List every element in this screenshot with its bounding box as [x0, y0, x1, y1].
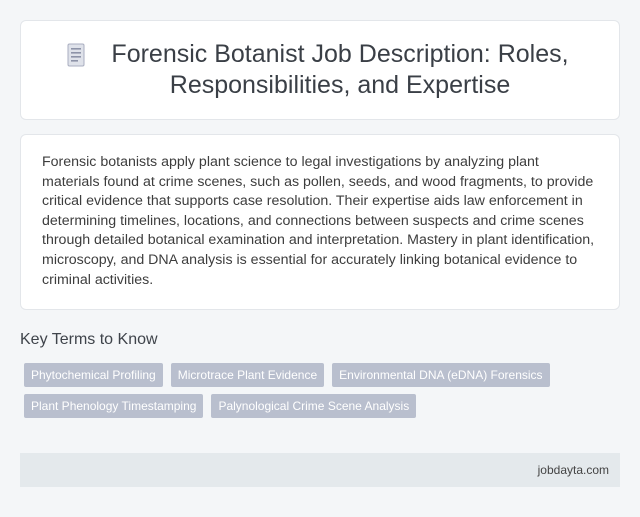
- tag-environmental-dna-forensics[interactable]: Environmental DNA (eDNA) Forensics: [332, 363, 550, 387]
- description-card: Forensic botanists apply plant science t…: [20, 134, 620, 310]
- tag-palynological-crime-scene-analysis[interactable]: Palynological Crime Scene Analysis: [211, 394, 417, 418]
- page-title: Forensic Botanist Job Description: Roles…: [111, 40, 569, 99]
- description-text: Forensic botanists apply plant science t…: [42, 154, 595, 288]
- key-terms-heading: Key Terms to Know: [20, 331, 158, 348]
- tag-plant-phenology-timestamping[interactable]: Plant Phenology Timestamping: [24, 394, 204, 418]
- title-card: Forensic Botanist Job Description: Roles…: [20, 20, 620, 120]
- key-terms-tag-list: Phytochemical Profiling Microtrace Plant…: [24, 363, 584, 418]
- document-icon: [65, 43, 87, 69]
- title-wrap: Forensic Botanist Job Description: Roles…: [65, 39, 575, 101]
- tag-phytochemical-profiling[interactable]: Phytochemical Profiling: [24, 363, 163, 387]
- tag-microtrace-plant-evidence[interactable]: Microtrace Plant Evidence: [170, 363, 325, 387]
- footer-site-link[interactable]: jobdayta.com: [538, 463, 609, 477]
- footer: jobdayta.com: [20, 453, 620, 487]
